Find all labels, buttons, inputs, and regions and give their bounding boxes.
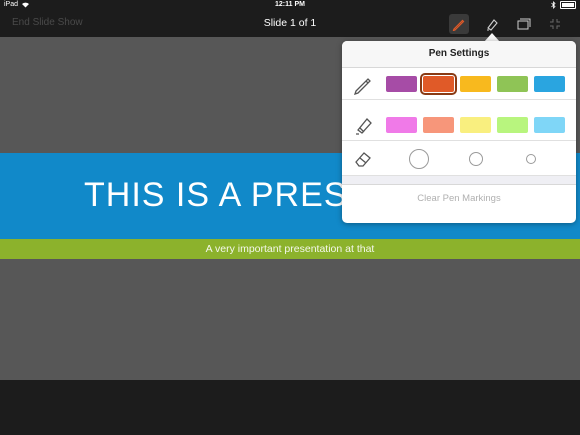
eraser-icon	[355, 152, 371, 167]
highlighter-color-swatch[interactable]	[460, 117, 491, 133]
highlighter-color-swatch[interactable]	[423, 117, 454, 133]
eraser-size-large[interactable]	[409, 149, 429, 169]
highlighter-color-swatch[interactable]	[534, 117, 565, 133]
eraser-size-row	[342, 142, 576, 176]
pen-color-swatch[interactable]	[534, 76, 565, 92]
bottom-bar	[0, 380, 580, 435]
highlighter-icon	[487, 19, 498, 31]
status-time: 12:11 PM	[275, 1, 305, 8]
exit-fullscreen-button[interactable]	[545, 14, 565, 34]
eraser-size-small[interactable]	[526, 154, 536, 164]
pen-color-swatch[interactable]	[386, 76, 417, 92]
pen-color-swatch[interactable]	[420, 73, 457, 95]
pen-icon	[452, 19, 465, 31]
collapse-icon	[550, 19, 560, 29]
pen-settings-popover: Pen Settings Clear Pen Markings	[342, 41, 576, 223]
subtitle-band: A very important presentation at that	[0, 239, 580, 259]
slide-subtitle: A very important presentation at that	[205, 243, 375, 255]
pen-color-swatch[interactable]	[460, 76, 491, 92]
eraser-size-medium[interactable]	[469, 152, 483, 166]
screen-icon	[517, 18, 531, 30]
status-bar: iPad 12:11 PM	[0, 0, 580, 10]
pen-icon	[353, 78, 371, 95]
clear-pen-markings-button[interactable]: Clear Pen Markings	[342, 185, 576, 213]
screen-button[interactable]	[514, 14, 534, 34]
bluetooth-icon	[551, 1, 556, 9]
pen-tool-button[interactable]	[449, 14, 469, 34]
highlighter-color-swatch[interactable]	[497, 117, 528, 133]
popover-title: Pen Settings	[342, 41, 576, 68]
pen-color-swatch[interactable]	[497, 76, 528, 92]
highlighter-icon	[356, 118, 372, 135]
highlighter-color-row	[342, 109, 576, 141]
battery-icon	[560, 1, 576, 9]
highlighter-color-swatch[interactable]	[386, 117, 417, 133]
eraser-tool-button[interactable]	[482, 14, 502, 34]
slide-title: THIS IS A PRESE	[84, 176, 372, 214]
pen-color-row	[342, 68, 576, 100]
popover-separator	[342, 176, 576, 185]
